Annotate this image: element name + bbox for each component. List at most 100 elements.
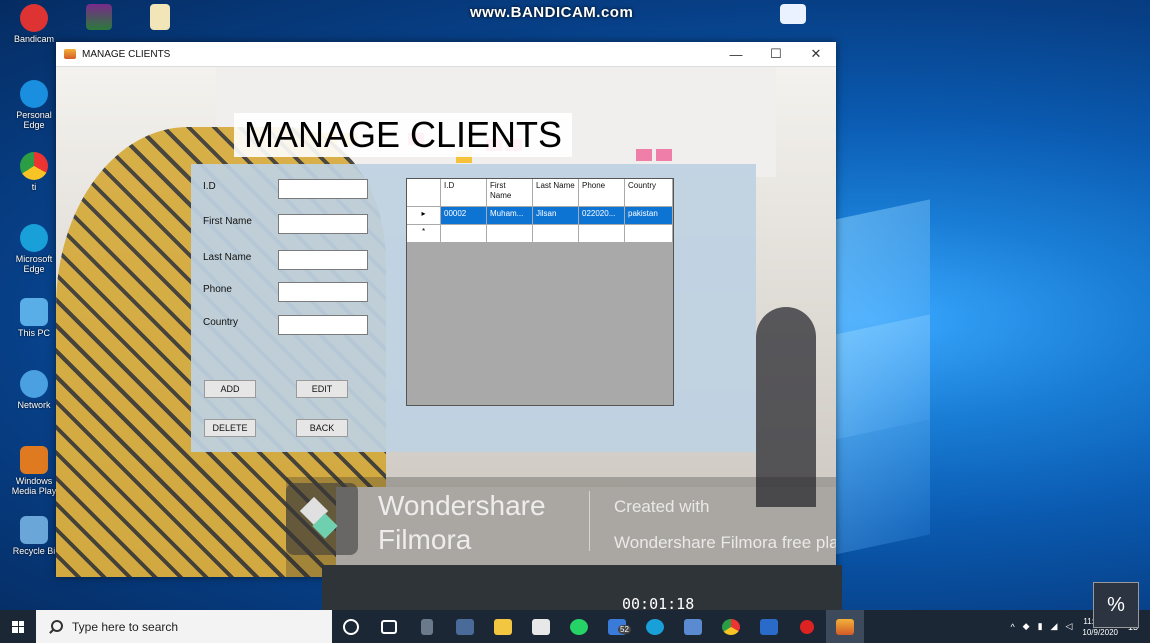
- new-cell[interactable]: [533, 225, 579, 243]
- file-explorer-icon[interactable]: [484, 610, 522, 643]
- filmora-plan: Wondershare Filmora free plan: [614, 533, 836, 552]
- filmora-divider: [589, 491, 590, 551]
- column-header-last-name[interactable]: Last Name: [533, 179, 579, 207]
- grid-corner-cell: [407, 179, 441, 207]
- window-icon[interactable]: [780, 4, 806, 24]
- table-row[interactable]: ▸ 00002 Muham... Jilsan 022020... pakist…: [407, 207, 673, 225]
- sticky-note: [636, 149, 652, 161]
- sticky-note: [656, 149, 672, 161]
- desktop-icon-recycle-bin[interactable]: Recycle Bi: [6, 516, 62, 556]
- first-name-field[interactable]: [278, 214, 368, 234]
- edge-taskbar-icon[interactable]: [636, 610, 674, 643]
- close-button[interactable]: ✕: [796, 46, 836, 62]
- mail-icon[interactable]: 52: [598, 610, 636, 643]
- cell-phone[interactable]: 022020...: [579, 207, 625, 225]
- discount-badge-icon[interactable]: %: [1093, 582, 1139, 628]
- battery-tray-icon[interactable]: ▮: [1038, 621, 1043, 632]
- store-icon[interactable]: [522, 610, 560, 643]
- bandicam-taskbar-icon[interactable]: [788, 610, 826, 643]
- start-button[interactable]: [0, 610, 36, 643]
- search-icon: [48, 619, 63, 634]
- new-cell[interactable]: [625, 225, 673, 243]
- filmora-logo-icon: [286, 483, 358, 555]
- volume-tray-icon[interactable]: ◁: [1065, 621, 1072, 632]
- task-view-icon[interactable]: [370, 610, 408, 643]
- bandicam-watermark: www.BANDICAM.com: [470, 4, 634, 21]
- calculator-icon[interactable]: [408, 610, 446, 643]
- filmora-brand: Wondershare Filmora: [378, 490, 546, 555]
- phone-label: Phone: [203, 284, 232, 295]
- manage-clients-window: MANAGE CLIENTS — ☐ ✕ MANAGE CLIENTS I.D …: [56, 42, 836, 577]
- visual-studio-app-taskbar-icon[interactable]: [826, 610, 864, 643]
- cell-last-name[interactable]: Jilsan: [533, 207, 579, 225]
- camera-icon[interactable]: [446, 610, 484, 643]
- column-header-first-name[interactable]: First Name: [487, 179, 533, 207]
- desktop-icon-chrome[interactable]: ti: [6, 152, 62, 192]
- cell-country[interactable]: pakistan: [625, 207, 673, 225]
- phone-field[interactable]: [278, 282, 368, 302]
- whatsapp-icon[interactable]: [560, 610, 598, 643]
- photos-taskbar-icon[interactable]: [750, 610, 788, 643]
- last-name-field[interactable]: [278, 250, 368, 270]
- country-field[interactable]: [278, 315, 368, 335]
- minimize-button[interactable]: —: [716, 47, 756, 62]
- country-label: Country: [203, 317, 239, 328]
- delete-button[interactable]: DELETE: [204, 419, 256, 437]
- row-selector-arrow-icon[interactable]: ▸: [407, 207, 441, 225]
- add-button[interactable]: ADD: [204, 380, 256, 398]
- recycle-bin-icon: [20, 516, 48, 544]
- id-label: I.D: [203, 181, 216, 192]
- back-button[interactable]: BACK: [296, 419, 348, 437]
- bandicam-icon: [20, 4, 48, 32]
- desktop-icon-network[interactable]: Network: [6, 370, 62, 410]
- new-cell[interactable]: [487, 225, 533, 243]
- desktop-icon-personal-edge[interactable]: Personal Edge: [6, 80, 62, 130]
- network-icon: [20, 370, 48, 398]
- new-cell[interactable]: [579, 225, 625, 243]
- wifi-tray-icon[interactable]: ◢: [1051, 621, 1058, 632]
- taskbar: Type here to search 52 ^ ◆ ▮ ◢ ◁ 11:42 P…: [0, 610, 1150, 643]
- new-cell[interactable]: [441, 225, 487, 243]
- cell-id[interactable]: 00002: [441, 207, 487, 225]
- window-titlebar[interactable]: MANAGE CLIENTS — ☐ ✕: [56, 42, 836, 67]
- column-header-phone[interactable]: Phone: [579, 179, 625, 207]
- taskbar-search[interactable]: Type here to search: [36, 610, 332, 643]
- tray-chevron-icon[interactable]: ^: [1010, 622, 1014, 632]
- window-title: MANAGE CLIENTS: [82, 48, 171, 60]
- clients-data-grid[interactable]: I.D First Name Last Name Phone Country ▸…: [406, 178, 674, 406]
- column-header-id[interactable]: I.D: [441, 179, 487, 207]
- filmora-watermark: Wondershare Filmora Created with Wonders…: [286, 477, 836, 577]
- client-form-panel: I.D First Name Last Name Phone Country A…: [191, 164, 756, 452]
- search-placeholder: Type here to search: [72, 619, 179, 634]
- app-icon: [64, 49, 76, 59]
- edit-button[interactable]: EDIT: [296, 380, 348, 398]
- network-tray-icon[interactable]: ◆: [1023, 621, 1030, 632]
- edge-icon: [20, 224, 48, 252]
- clock-date: 10/9/2020: [1082, 627, 1118, 637]
- mail-badge: 52: [618, 625, 631, 634]
- new-row[interactable]: *: [407, 225, 673, 243]
- windows-logo-wallpaper-lower: [830, 314, 930, 556]
- id-field[interactable]: [278, 179, 368, 199]
- bandicam-toolbar[interactable]: 00:01:18: [322, 565, 842, 613]
- chrome-taskbar-icon[interactable]: [712, 610, 750, 643]
- column-header-country[interactable]: Country: [625, 179, 673, 207]
- app-taskbar-icon[interactable]: [674, 610, 712, 643]
- cell-first-name[interactable]: Muham...: [487, 207, 533, 225]
- windows-icon: [12, 620, 24, 633]
- desktop-icons: Bandicam Personal Edge ti Microsoft Edge…: [0, 0, 60, 600]
- maximize-button[interactable]: ☐: [756, 46, 796, 62]
- desktop-icon-bandicam[interactable]: Bandicam: [6, 4, 62, 44]
- cortana-icon[interactable]: [332, 610, 370, 643]
- winrar-icon[interactable]: [86, 4, 112, 30]
- form-background: MANAGE CLIENTS I.D First Name Last Name …: [56, 67, 836, 577]
- media-player-icon: [20, 446, 48, 474]
- desktop-icon-this-pc[interactable]: This PC: [6, 298, 62, 338]
- grid-header-row: I.D First Name Last Name Phone Country: [407, 179, 673, 207]
- desktop-icon-media-player[interactable]: Windows Media Play: [6, 446, 62, 496]
- filmora-created-with: Created with: [614, 497, 710, 516]
- file-icon[interactable]: [150, 4, 170, 30]
- new-row-marker-icon[interactable]: *: [407, 225, 441, 243]
- desktop-icon-microsoft-edge[interactable]: Microsoft Edge: [6, 224, 62, 274]
- chrome-icon: [20, 152, 48, 180]
